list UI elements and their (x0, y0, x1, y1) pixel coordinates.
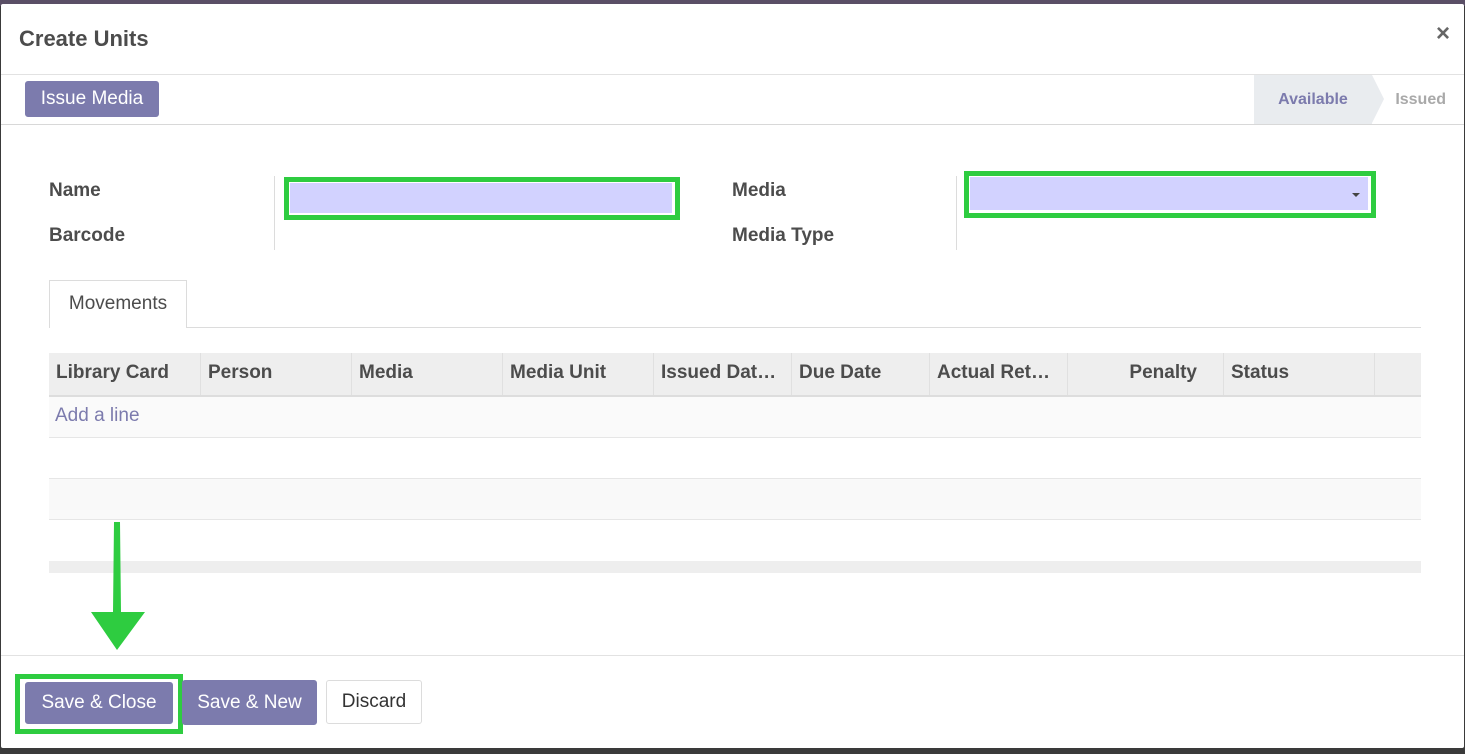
column-library-card[interactable]: Library Card (49, 353, 201, 395)
column-issued-date[interactable]: Issued Dat… (654, 353, 792, 395)
stage-available[interactable]: Available (1254, 75, 1372, 124)
table-row (49, 479, 1421, 520)
column-person[interactable]: Person (201, 353, 352, 395)
label-divider (274, 176, 275, 250)
discard-button[interactable]: Discard (326, 680, 422, 724)
tab-movements[interactable]: Movements (49, 280, 187, 328)
status-bar: Issue Media Available Issued (1, 75, 1464, 125)
column-due-date[interactable]: Due Date (792, 353, 930, 395)
dialog-footer: Save & Close Save & New Discard (1, 655, 1464, 749)
media-select[interactable] (970, 177, 1368, 210)
dialog-title: Create Units (19, 26, 149, 51)
column-status[interactable]: Status (1224, 353, 1375, 395)
table-footer (49, 561, 1421, 573)
media-type-label: Media Type (732, 225, 835, 246)
column-actual-return[interactable]: Actual Ret… (930, 353, 1068, 395)
dialog-header: Create Units × (1, 4, 1464, 75)
column-media-unit[interactable]: Media Unit (503, 353, 654, 395)
table-row (49, 520, 1421, 560)
name-label: Name (49, 180, 101, 201)
save-close-button[interactable]: Save & Close (25, 682, 173, 724)
barcode-label: Barcode (49, 225, 126, 246)
movements-table-header: Library Card Person Media Media Unit Iss… (49, 353, 1421, 397)
annotation-arrow-icon (91, 522, 145, 650)
stage-arrow-icon (1372, 75, 1384, 123)
column-media[interactable]: Media (352, 353, 503, 395)
chevron-down-icon[interactable] (1352, 193, 1360, 197)
table-row (49, 438, 1421, 479)
add-line-row: Add a line (49, 397, 1421, 438)
column-penalty[interactable]: Penalty (1068, 353, 1224, 395)
save-new-button[interactable]: Save & New (182, 680, 317, 725)
label-divider-right (956, 176, 957, 250)
close-icon[interactable]: × (1436, 22, 1450, 46)
media-label: Media (732, 180, 786, 201)
column-trash-placeholder (1375, 353, 1421, 395)
stage-issued[interactable]: Issued (1395, 75, 1446, 124)
add-a-line-link[interactable]: Add a line (55, 405, 140, 427)
tab-divider (187, 327, 1421, 328)
name-input[interactable] (290, 183, 672, 213)
issue-media-button[interactable]: Issue Media (25, 81, 159, 117)
create-units-dialog: Create Units × Issue Media Available Iss… (1, 4, 1464, 748)
